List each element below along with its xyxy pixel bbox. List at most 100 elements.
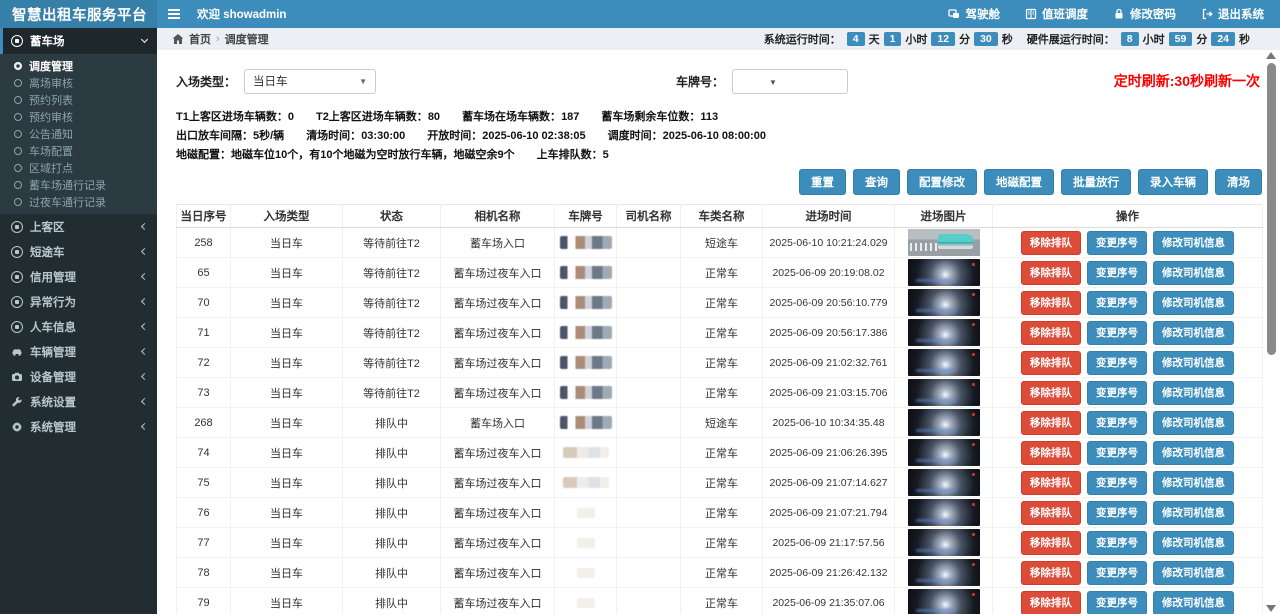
entry-photo-thumbnail[interactable]	[908, 439, 980, 466]
sidebar-toggle-icon[interactable]	[157, 0, 191, 28]
sidebar-item-8[interactable]: 过夜车通行记录	[0, 193, 157, 210]
sidebar-item-2[interactable]: 预约列表	[0, 91, 157, 108]
nav-link-label: 修改密码	[1130, 6, 1176, 22]
toolbar-button-5[interactable]: 录入车辆	[1138, 169, 1208, 195]
edit-driver-button[interactable]: 修改司机信息	[1153, 321, 1234, 345]
change-seq-button[interactable]: 变更序号	[1087, 561, 1147, 585]
remove-queue-button[interactable]: 移除排队	[1021, 351, 1081, 375]
toolbar-button-2[interactable]: 配置修改	[907, 169, 977, 195]
remove-queue-button[interactable]: 移除排队	[1021, 441, 1081, 465]
table-header-row: 当日序号入场类型状态相机名称车牌号司机名称车类名称进场时间进场图片操作	[177, 205, 1263, 228]
change-seq-button[interactable]: 变更序号	[1087, 261, 1147, 285]
change-seq-button[interactable]: 变更序号	[1087, 501, 1147, 525]
sidebar-item-7[interactable]: 蓄车场通行记录	[0, 176, 157, 193]
blurred-plate	[563, 447, 609, 458]
scroll-down-icon[interactable]	[1266, 605, 1276, 612]
remove-queue-button[interactable]: 移除排队	[1021, 561, 1081, 585]
entry-photo-thumbnail[interactable]	[908, 529, 980, 556]
remove-queue-button[interactable]: 移除排队	[1021, 291, 1081, 315]
edit-driver-button[interactable]: 修改司机信息	[1153, 261, 1234, 285]
sidebar-item-0[interactable]: 调度管理	[0, 57, 157, 74]
sidebar-section-8[interactable]: 系统设置	[0, 389, 157, 414]
entry-photo-thumbnail[interactable]	[908, 379, 980, 406]
sidebar-section-2[interactable]: 短途车	[0, 239, 157, 264]
change-seq-button[interactable]: 变更序号	[1087, 381, 1147, 405]
edit-driver-button[interactable]: 修改司机信息	[1153, 501, 1234, 525]
cell-status: 等待前往T2	[343, 378, 441, 408]
sidebar-section-7[interactable]: 设备管理	[0, 364, 157, 389]
remove-queue-button[interactable]: 移除排队	[1021, 591, 1081, 614]
change-seq-button[interactable]: 变更序号	[1087, 411, 1147, 435]
toolbar-button-0[interactable]: 重置	[799, 169, 846, 195]
sidebar-section-9[interactable]: 系统管理	[0, 414, 157, 439]
sidebar-section-4[interactable]: 异常行为	[0, 289, 157, 314]
nav-link-2[interactable]: 修改密码	[1112, 6, 1176, 22]
nav-link-3[interactable]: 退出系统	[1200, 6, 1264, 22]
change-seq-button[interactable]: 变更序号	[1087, 351, 1147, 375]
remove-queue-button[interactable]: 移除排队	[1021, 411, 1081, 435]
sidebar-item-5[interactable]: 车场配置	[0, 142, 157, 159]
edit-driver-button[interactable]: 修改司机信息	[1153, 381, 1234, 405]
nav-link-0[interactable]: 驾驶舱	[948, 6, 1001, 22]
edit-driver-button[interactable]: 修改司机信息	[1153, 411, 1234, 435]
sidebar-item-1[interactable]: 离场审核	[0, 74, 157, 91]
remove-queue-button[interactable]: 移除排队	[1021, 501, 1081, 525]
remove-queue-button[interactable]: 移除排队	[1021, 381, 1081, 405]
edit-driver-button[interactable]: 修改司机信息	[1153, 591, 1234, 614]
entry-photo-thumbnail[interactable]	[908, 319, 980, 346]
entry-photo-thumbnail[interactable]	[908, 499, 980, 526]
plate-input[interactable]: ▼	[732, 69, 848, 94]
change-seq-button[interactable]: 变更序号	[1087, 471, 1147, 495]
sidebar-section-6[interactable]: 车辆管理	[0, 339, 157, 364]
vertical-scrollbar[interactable]	[1265, 52, 1277, 612]
top-navbar: 智慧出租车服务平台 欢迎 showadmin 驾驶舱值班调度修改密码退出系统	[0, 0, 1280, 28]
edit-driver-button[interactable]: 修改司机信息	[1153, 561, 1234, 585]
edit-driver-button[interactable]: 修改司机信息	[1153, 531, 1234, 555]
toolbar-button-3[interactable]: 地磁配置	[984, 169, 1054, 195]
remove-queue-button[interactable]: 移除排队	[1021, 261, 1081, 285]
sidebar-section-3[interactable]: 信用管理	[0, 264, 157, 289]
gear-icon	[10, 420, 23, 433]
remove-queue-button[interactable]: 移除排队	[1021, 321, 1081, 345]
remove-queue-button[interactable]: 移除排队	[1021, 531, 1081, 555]
change-seq-button[interactable]: 变更序号	[1087, 441, 1147, 465]
edit-driver-button[interactable]: 修改司机信息	[1153, 441, 1234, 465]
entry-photo-thumbnail[interactable]	[908, 409, 980, 436]
entry-photo-thumbnail[interactable]	[908, 349, 980, 376]
change-seq-button[interactable]: 变更序号	[1087, 531, 1147, 555]
sidebar: 蓄车场调度管理离场审核预约列表预约审核公告通知车场配置区域打点蓄车场通行记录过夜…	[0, 28, 157, 614]
remove-queue-button[interactable]: 移除排队	[1021, 231, 1081, 255]
edit-driver-button[interactable]: 修改司机信息	[1153, 351, 1234, 375]
scroll-up-icon[interactable]	[1266, 52, 1276, 59]
sidebar-item-3[interactable]: 预约审核	[0, 108, 157, 125]
change-seq-button[interactable]: 变更序号	[1087, 321, 1147, 345]
sidebar-item-4[interactable]: 公告通知	[0, 125, 157, 142]
remove-queue-button[interactable]: 移除排队	[1021, 471, 1081, 495]
edit-driver-button[interactable]: 修改司机信息	[1153, 291, 1234, 315]
toolbar-button-4[interactable]: 批量放行	[1061, 169, 1131, 195]
sidebar-section-0[interactable]: 蓄车场	[0, 28, 157, 54]
entry-photo-thumbnail[interactable]	[908, 589, 980, 614]
entry-type-select[interactable]: 当日车 ▼	[244, 69, 376, 94]
edit-driver-button[interactable]: 修改司机信息	[1153, 471, 1234, 495]
breadcrumb-home[interactable]: 首页	[189, 31, 211, 47]
change-seq-button[interactable]: 变更序号	[1087, 231, 1147, 255]
cell-plate	[555, 468, 617, 498]
cell-actions: 移除排队变更序号修改司机信息	[993, 318, 1263, 348]
sidebar-section-5[interactable]: 人车信息	[0, 314, 157, 339]
change-seq-button[interactable]: 变更序号	[1087, 591, 1147, 614]
entry-photo-thumbnail[interactable]	[908, 559, 980, 586]
toolbar-button-1[interactable]: 查询	[853, 169, 900, 195]
sidebar-section-1[interactable]: 上客区	[0, 214, 157, 239]
nav-link-1[interactable]: 值班调度	[1024, 6, 1088, 22]
entry-photo-thumbnail[interactable]	[908, 259, 980, 286]
scrollbar-thumb[interactable]	[1267, 63, 1276, 355]
entry-photo-thumbnail[interactable]	[908, 289, 980, 316]
edit-driver-button[interactable]: 修改司机信息	[1153, 231, 1234, 255]
sidebar-item-6[interactable]: 区域打点	[0, 159, 157, 176]
toolbar-button-6[interactable]: 清场	[1215, 169, 1262, 195]
entry-photo-thumbnail[interactable]	[908, 229, 980, 256]
runtime-value-badge: 24	[1211, 32, 1235, 46]
change-seq-button[interactable]: 变更序号	[1087, 291, 1147, 315]
entry-photo-thumbnail[interactable]	[908, 469, 980, 496]
